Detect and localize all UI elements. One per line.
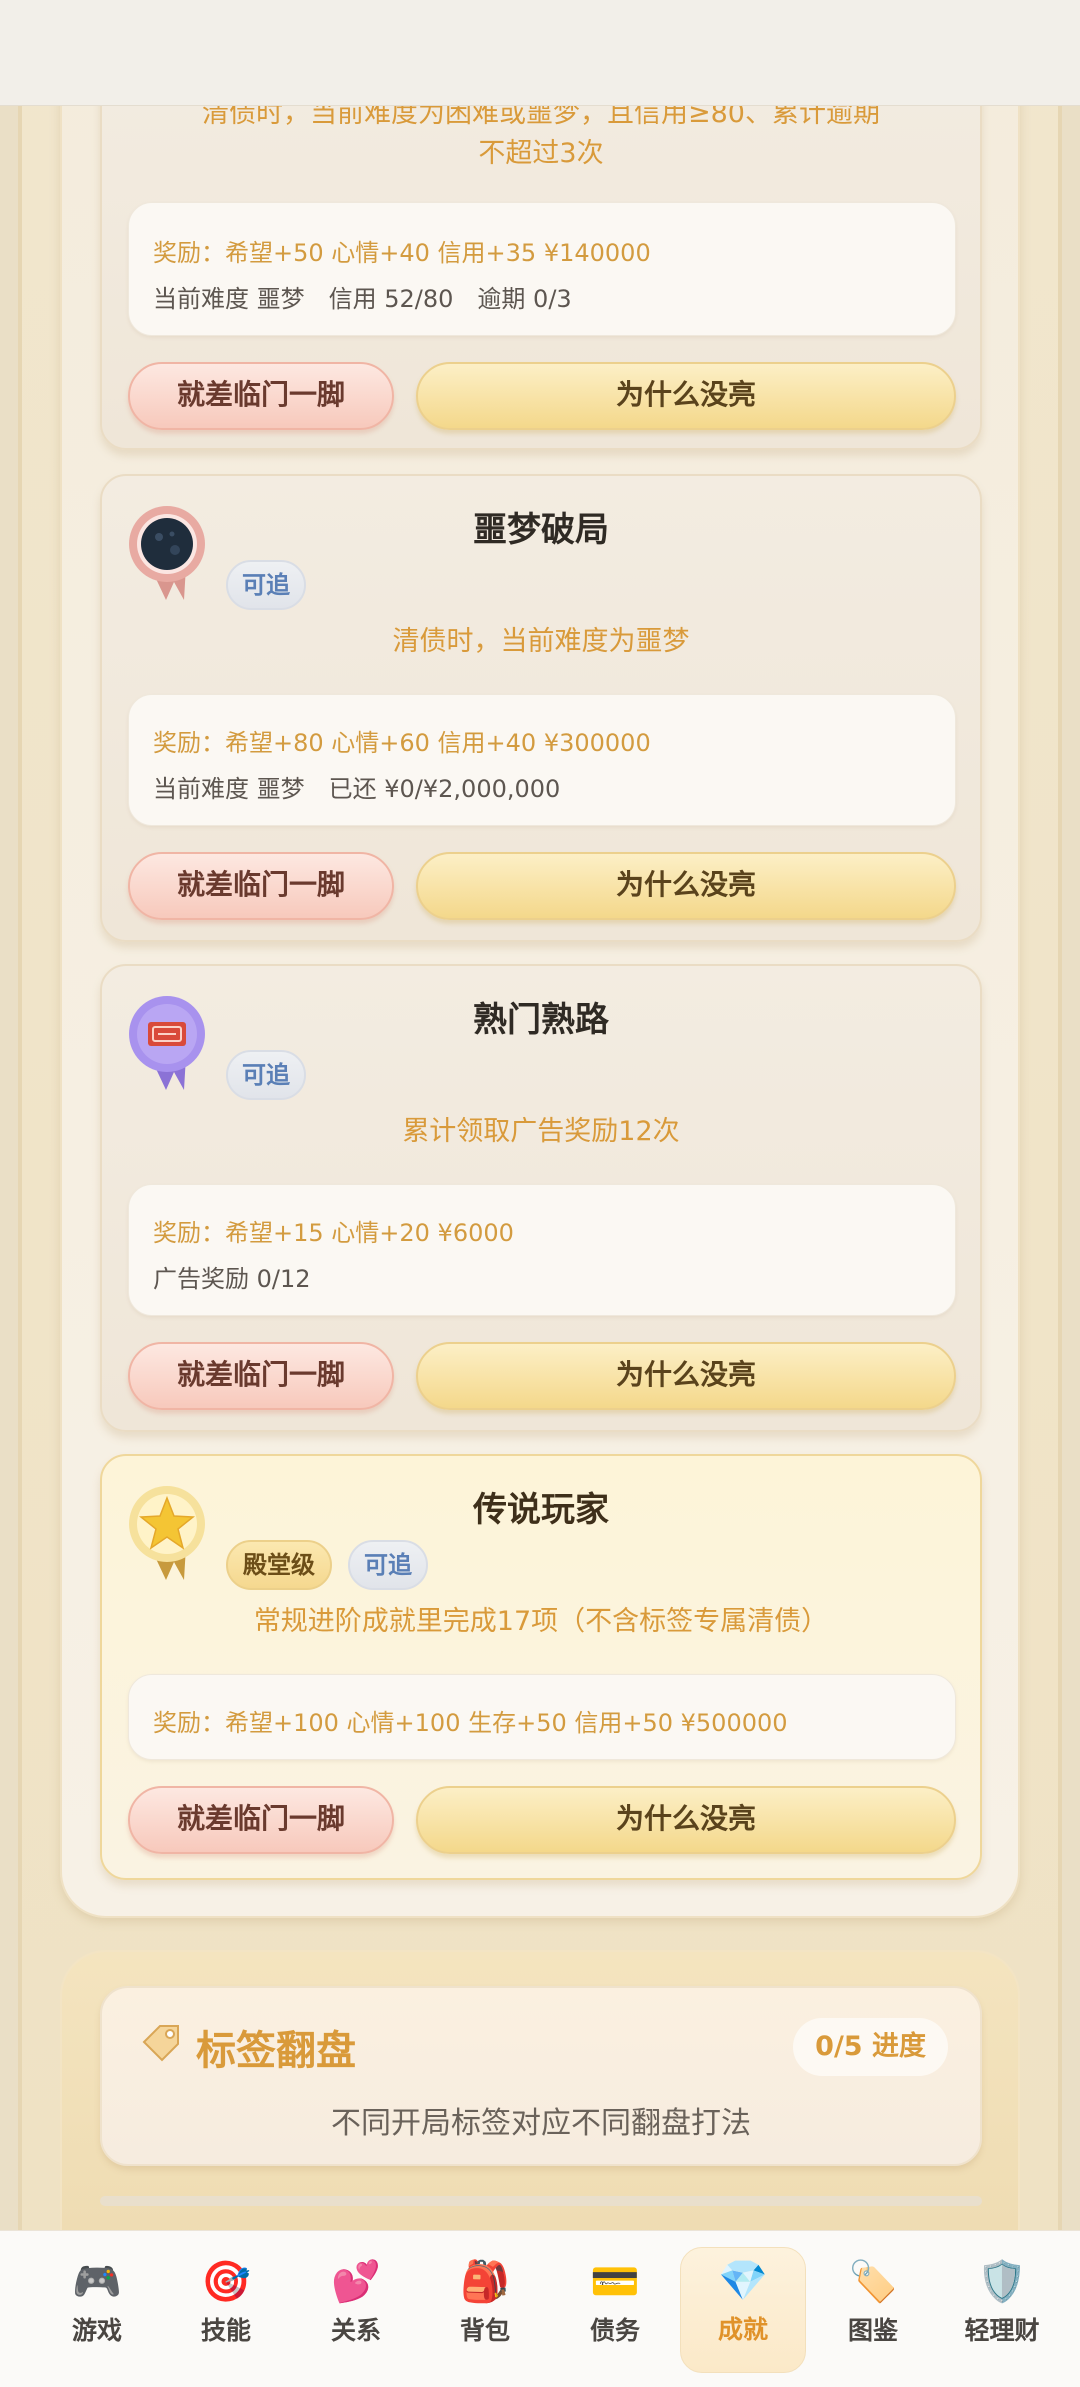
tag-icon [142,2025,179,2062]
bottom-nav: 🎮 游戏 🎯 技能 💕 关系 🎒 背包 💳 债务 💎 成就 🏷️ 图鉴 🛡️ 轻… [0,2230,1080,2387]
chase-badge: 可追 [348,1540,428,1590]
achievement-card: 噩梦破局 可追 清债时，当前难度为噩梦 奖励：希望+80 心情+60 信用+40… [100,474,982,942]
tags-section-card[interactable]: 标签翻盘 0/5 进度 不同开局标签对应不同翻盘打法 [100,1986,982,2166]
reward-text: 奖励：希望+100 心情+100 生存+50 信用+50 ¥500000 [153,1709,788,1737]
nav-item-collection[interactable]: 🏷️ 图鉴 [818,2259,928,2369]
achievement-condition: 清债时，当前难度为噩梦 [392,626,690,657]
achievement-condition: 不超过3次 [478,138,604,169]
target-icon: 🎯 [201,2259,251,2305]
nav-label: 背包 [459,2316,510,2345]
nav-item-backpack[interactable]: 🎒 背包 [430,2259,540,2369]
near-miss-button[interactable]: 就差临门一脚 [128,362,394,430]
tags-title: 标签翻盘 [196,2028,356,2074]
why-not-lit-button[interactable]: 为什么没亮 [416,852,956,920]
why-not-lit-button[interactable]: 为什么没亮 [416,1342,956,1410]
nav-item-finance[interactable]: 🛡️ 轻理财 [947,2259,1057,2369]
gamepad-icon: 🎮 [72,2259,122,2305]
why-not-lit-button[interactable]: 为什么没亮 [416,1786,956,1854]
tags-description: 不同开局标签对应不同翻盘打法 [331,2106,751,2141]
near-miss-button[interactable]: 就差临门一脚 [128,1342,394,1410]
achievement-title: 噩梦破局 [473,510,609,550]
shield-icon: 🛡️ [977,2259,1027,2305]
hall-of-fame-badge: 殿堂级 [226,1540,332,1590]
reward-box: 奖励：希望+80 心情+60 信用+40 ¥300000 当前难度 噩梦 已还 … [128,694,956,826]
nav-label: 关系 [330,2316,381,2345]
tags-progress-pill: 0/5 进度 [793,2018,948,2076]
label-tag-icon: 🏷️ [848,2259,898,2305]
nav-label: 技能 [200,2316,251,2345]
chase-badge: 可追 [226,1050,306,1100]
reward-box: 奖励：希望+100 心情+100 生存+50 信用+50 ¥500000 [128,1674,956,1760]
progress-text: 当前难度 噩梦 信用 52/80 逾期 0/3 [153,285,572,313]
gem-icon: 💎 [718,2258,768,2304]
reward-box: 奖励：希望+50 心情+40 信用+35 ¥140000 当前难度 噩梦 信用 … [128,202,956,336]
reward-text: 奖励：希望+80 心情+60 信用+40 ¥300000 [153,729,651,757]
near-miss-button[interactable]: 就差临门一脚 [128,1786,394,1854]
achievement-title: 传说玩家 [473,1490,609,1530]
nav-item-achievements[interactable]: 💎 成就 [680,2247,806,2373]
near-miss-button[interactable]: 就差临门一脚 [128,852,394,920]
achievement-condition: 常规进阶成就里完成17项（不含标签专属清债） [253,1606,829,1637]
nav-label: 债务 [589,2316,640,2345]
nav-item-relations[interactable]: 💕 关系 [301,2259,411,2369]
why-not-lit-button[interactable]: 为什么没亮 [416,362,956,430]
backpack-icon: 🎒 [460,2259,510,2305]
achievement-condition: 累计领取广告奖励12次 [402,1116,680,1147]
reward-text: 奖励：希望+50 心情+40 信用+35 ¥140000 [153,239,651,267]
hearts-icon: 💕 [331,2259,381,2305]
achievement-title: 熟门熟路 [473,1000,609,1040]
nav-label: 轻理财 [964,2316,1040,2345]
nav-item-skills[interactable]: 🎯 技能 [171,2259,281,2369]
achievement-card-legendary: 传说玩家 殿堂级 可追 常规进阶成就里完成17项（不含标签专属清债） 奖励：希望… [100,1454,982,1880]
nav-label: 成就 [717,2315,768,2344]
content-divider [100,2196,982,2206]
nav-item-debt[interactable]: 💳 债务 [560,2259,670,2369]
nav-label: 游戏 [71,2316,122,2345]
credit-card-icon: 💳 [590,2259,640,2305]
progress-text: 广告奖励 0/12 [153,1265,311,1293]
nav-item-game[interactable]: 🎮 游戏 [42,2259,152,2369]
progress-text: 当前难度 噩梦 已还 ¥0/¥2,000,000 [153,775,561,803]
reward-text: 奖励：希望+15 心情+20 ¥6000 [153,1219,514,1247]
status-bar [0,0,1080,106]
achievement-card: 熟门熟路 可追 累计领取广告奖励12次 奖励：希望+15 心情+20 ¥6000… [100,964,982,1432]
chase-badge: 可追 [226,560,306,610]
reward-box: 奖励：希望+15 心情+20 ¥6000 广告奖励 0/12 [128,1184,956,1316]
nav-label: 图鉴 [847,2316,898,2345]
